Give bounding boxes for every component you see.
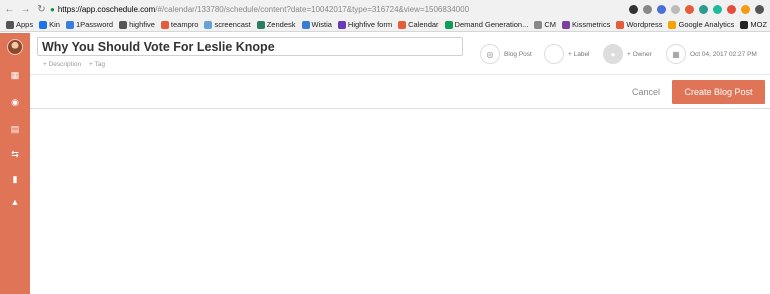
date-label: Oct 04, 2017 02:27 PM <box>690 50 757 58</box>
post-header: Why You Should Vote For Leslie Knope + D… <box>30 33 770 75</box>
star-icon[interactable] <box>629 4 638 14</box>
bookmark-label: 1Password <box>75 20 114 29</box>
date-selector[interactable]: ▦ Oct 04, 2017 02:27 PM <box>666 44 757 64</box>
bookmark-icon <box>668 20 677 29</box>
bookmark-icon <box>160 20 169 29</box>
bookmark-label: Demand Generation... <box>454 20 529 29</box>
bookmark-item[interactable]: MOZ <box>740 20 767 29</box>
list-icon[interactable]: ▤ <box>9 123 21 135</box>
sidebar: ▦ ◉ ▤ ⇆ ▮ ▲ <box>0 33 30 294</box>
bookmark-item[interactable]: highfive <box>119 20 155 29</box>
type-selector[interactable]: ◎ Blog Post <box>480 44 532 64</box>
bookmark-item[interactable]: Apps <box>6 20 33 29</box>
lock-icon: ● <box>50 4 55 14</box>
bookmark-label: Calendar <box>408 20 439 29</box>
create-blog-post-button[interactable]: Create Blog Post <box>672 80 765 104</box>
extension-icon[interactable] <box>741 4 750 14</box>
bookmark-label: screencast <box>214 20 251 29</box>
shuffle-icon[interactable]: ⇆ <box>9 148 21 160</box>
bookmark-label: Highfive form <box>347 20 393 29</box>
label-icon <box>544 44 564 64</box>
owner-label: + Owner <box>627 50 652 58</box>
bookmark-item[interactable]: Wordpress <box>616 20 662 29</box>
bookmark-label: Kin <box>49 20 60 29</box>
forward-icon[interactable]: → <box>19 3 32 16</box>
bookmark-icon <box>256 20 265 29</box>
bookmark-item[interactable]: Kissmetrics <box>562 20 610 29</box>
bookmark-item[interactable]: Calendar <box>398 20 439 29</box>
bookmark-label: teampro <box>170 20 199 29</box>
bookmark-icon <box>534 20 543 29</box>
bookmark-label: CM <box>544 20 557 29</box>
extension-icon[interactable] <box>657 4 666 14</box>
record-icon[interactable]: ◉ <box>9 96 21 108</box>
extension-icon[interactable] <box>713 4 722 14</box>
extension-icon[interactable] <box>685 4 694 14</box>
bookmark-label: Apps <box>16 20 34 29</box>
bookmark-icon <box>301 20 310 29</box>
bookmark-item[interactable]: 1Password <box>65 20 114 29</box>
extension-icon[interactable] <box>727 4 736 14</box>
bookmark-icon <box>444 20 453 29</box>
bookmark-label: MOZ <box>750 20 768 29</box>
title-input[interactable]: Why You Should Vote For Leslie Knope <box>37 37 463 56</box>
user-avatar[interactable] <box>7 39 23 55</box>
reload-icon[interactable]: ↻ <box>35 3 48 16</box>
extension-icon[interactable] <box>671 4 680 14</box>
bookmark-label: highfive <box>129 20 155 29</box>
menu-icon[interactable] <box>755 4 764 14</box>
bookmarks-bar: Apps Kin 1Password highfive teampro screencas… <box>0 18 770 32</box>
bookmark-icon <box>204 20 213 29</box>
action-bar: Cancel Create Blog Post <box>30 76 770 109</box>
extension-icon[interactable] <box>643 4 652 14</box>
analytics-icon[interactable]: ▮ <box>9 173 21 185</box>
owner-avatar-icon: ● <box>603 44 623 64</box>
extension-icons <box>629 4 764 14</box>
add-description-link[interactable]: + Description <box>43 61 81 68</box>
bookmark-icon <box>39 20 48 29</box>
bookmark-icon <box>398 20 407 29</box>
add-tag-link[interactable]: + Tag <box>89 61 105 68</box>
bookmark-item[interactable]: Wistia <box>301 20 332 29</box>
warning-icon[interactable]: ▲ <box>9 196 21 208</box>
bookmark-item[interactable]: screencast <box>204 20 251 29</box>
url-host: https://app.coschedule.com <box>57 4 156 14</box>
blog-post-icon: ◎ <box>480 44 500 64</box>
bookmark-icon <box>6 20 14 29</box>
calendar-date-icon: ▦ <box>666 44 686 64</box>
url-path: /#/calendar/133780/schedule/content?date… <box>155 4 470 14</box>
calendar-icon[interactable]: ▦ <box>9 69 21 81</box>
bookmark-item[interactable]: CM <box>534 20 556 29</box>
back-icon[interactable]: ← <box>3 3 16 16</box>
bookmark-icon <box>740 20 749 29</box>
bookmark-item[interactable]: Highfive form <box>337 20 393 29</box>
bookmark-label: Wistia <box>311 20 332 29</box>
owner-selector[interactable]: ● + Owner <box>603 44 652 64</box>
bookmark-icon <box>65 20 74 29</box>
bookmark-icon <box>337 20 346 29</box>
browser-toolbar: ← → ↻ ● https://app.coschedule.com/#/cal… <box>0 0 770 18</box>
bookmark-label: Zendesk <box>266 20 296 29</box>
bookmark-item[interactable]: Demand Generation... <box>444 20 529 29</box>
label-label: + Label <box>568 50 590 58</box>
bookmark-icon <box>119 20 128 29</box>
bookmark-icon <box>616 20 625 29</box>
type-label: Blog Post <box>504 50 532 58</box>
bookmark-icon <box>562 20 571 29</box>
bookmark-item[interactable]: Google Analytics <box>668 20 734 29</box>
bookmark-item[interactable]: Zendesk <box>256 20 296 29</box>
bookmark-label: Wordpress <box>626 20 663 29</box>
label-selector[interactable]: + Label <box>544 44 590 64</box>
bookmark-item[interactable]: Kin <box>39 20 60 29</box>
bookmark-item[interactable]: teampro <box>160 20 199 29</box>
bookmark-label: Kissmetrics <box>572 20 611 29</box>
extension-icon[interactable] <box>699 4 708 14</box>
address-bar[interactable]: ● https://app.coschedule.com/#/calendar/… <box>50 2 629 16</box>
bookmark-label: Google Analytics <box>678 20 735 29</box>
cancel-button[interactable]: Cancel <box>632 87 660 97</box>
